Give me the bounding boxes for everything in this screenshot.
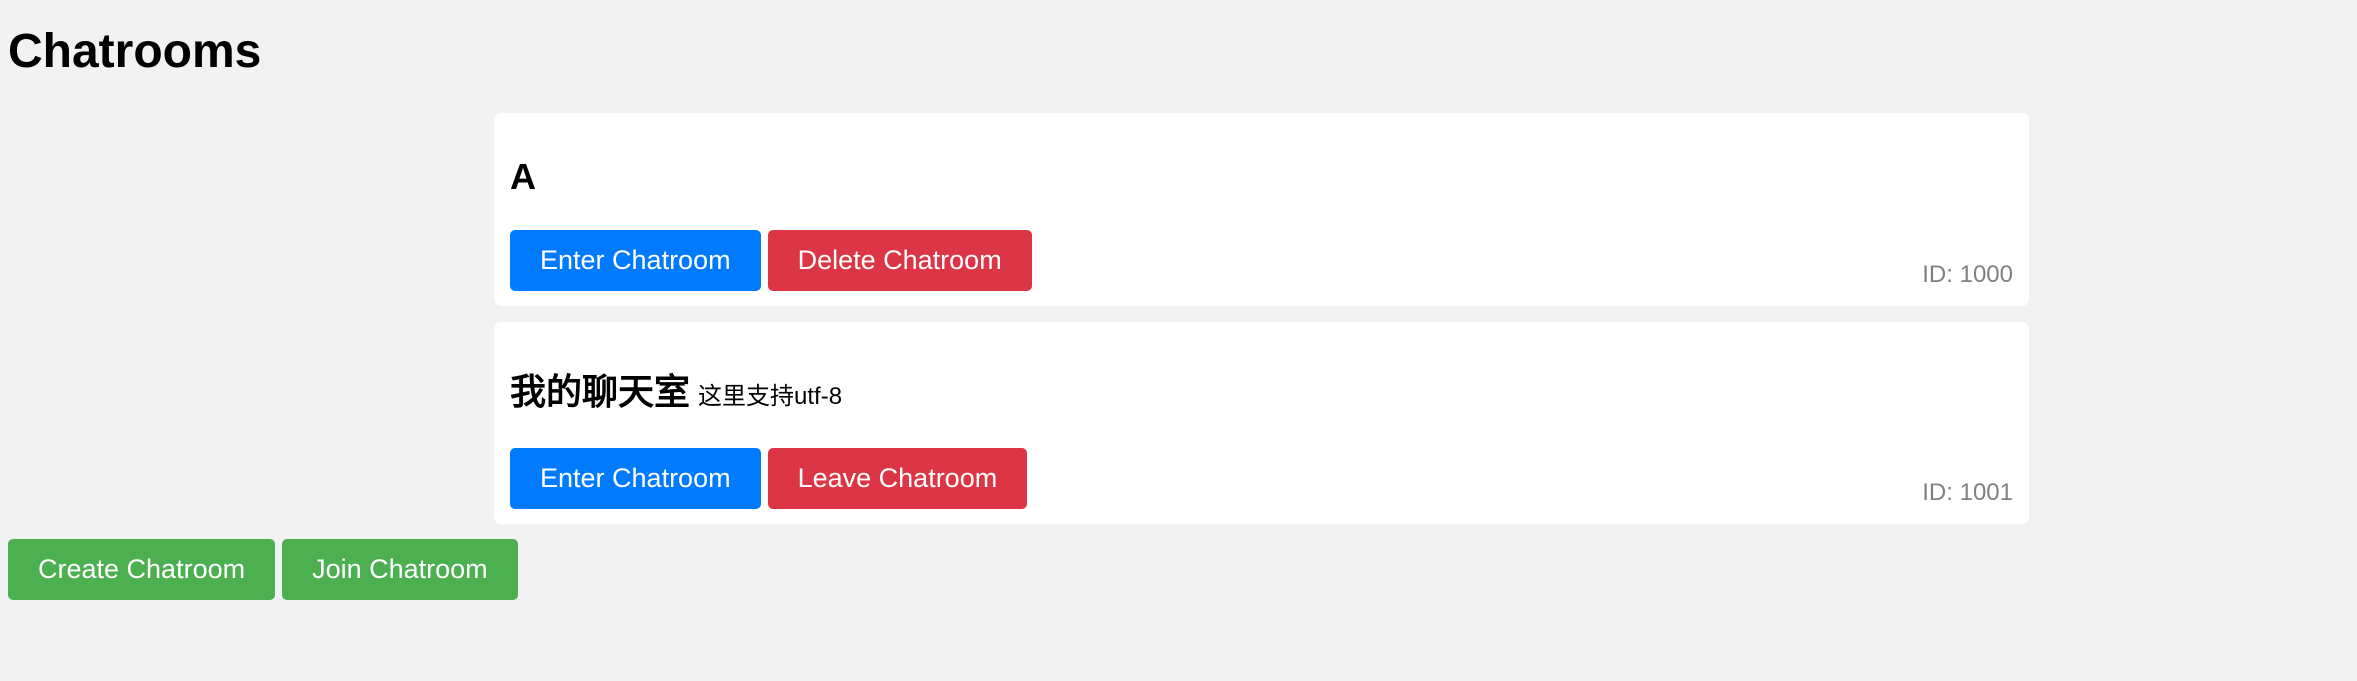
chatroom-card: A Enter Chatroom Delete Chatroom ID: 100… [494,113,2029,306]
chatroom-id: ID: 1001 [1922,479,2013,506]
bottom-actions: Create Chatroom Join Chatroom [8,539,518,600]
chatroom-card: 我的聊天室 这里支持utf-8 Enter Chatroom Leave Chat… [494,322,2029,524]
chatroom-heading: A [510,153,544,206]
create-chatroom-button[interactable]: Create Chatroom [8,539,276,600]
chatroom-id: ID: 1000 [1922,261,2013,288]
chatroom-name: 我的聊天室 [510,371,691,412]
chatroom-description: 这里支持utf-8 [698,383,843,410]
chatroom-heading: 我的聊天室 这里支持utf-8 [510,368,842,421]
chatroom-actions: Enter Chatroom Leave Chatroom [510,448,1028,509]
enter-chatroom-button[interactable]: Enter Chatroom [510,230,761,291]
leave-chatroom-button[interactable]: Leave Chatroom [767,448,1028,509]
enter-chatroom-button[interactable]: Enter Chatroom [510,448,761,509]
page-title: Chatrooms [8,25,262,78]
chatroom-list: A Enter Chatroom Delete Chatroom ID: 100… [494,113,2029,524]
join-chatroom-button[interactable]: Join Chatroom [282,539,518,600]
chatroom-actions: Enter Chatroom Delete Chatroom [510,230,1032,291]
chatroom-name: A [510,156,536,197]
delete-chatroom-button[interactable]: Delete Chatroom [767,230,1032,291]
